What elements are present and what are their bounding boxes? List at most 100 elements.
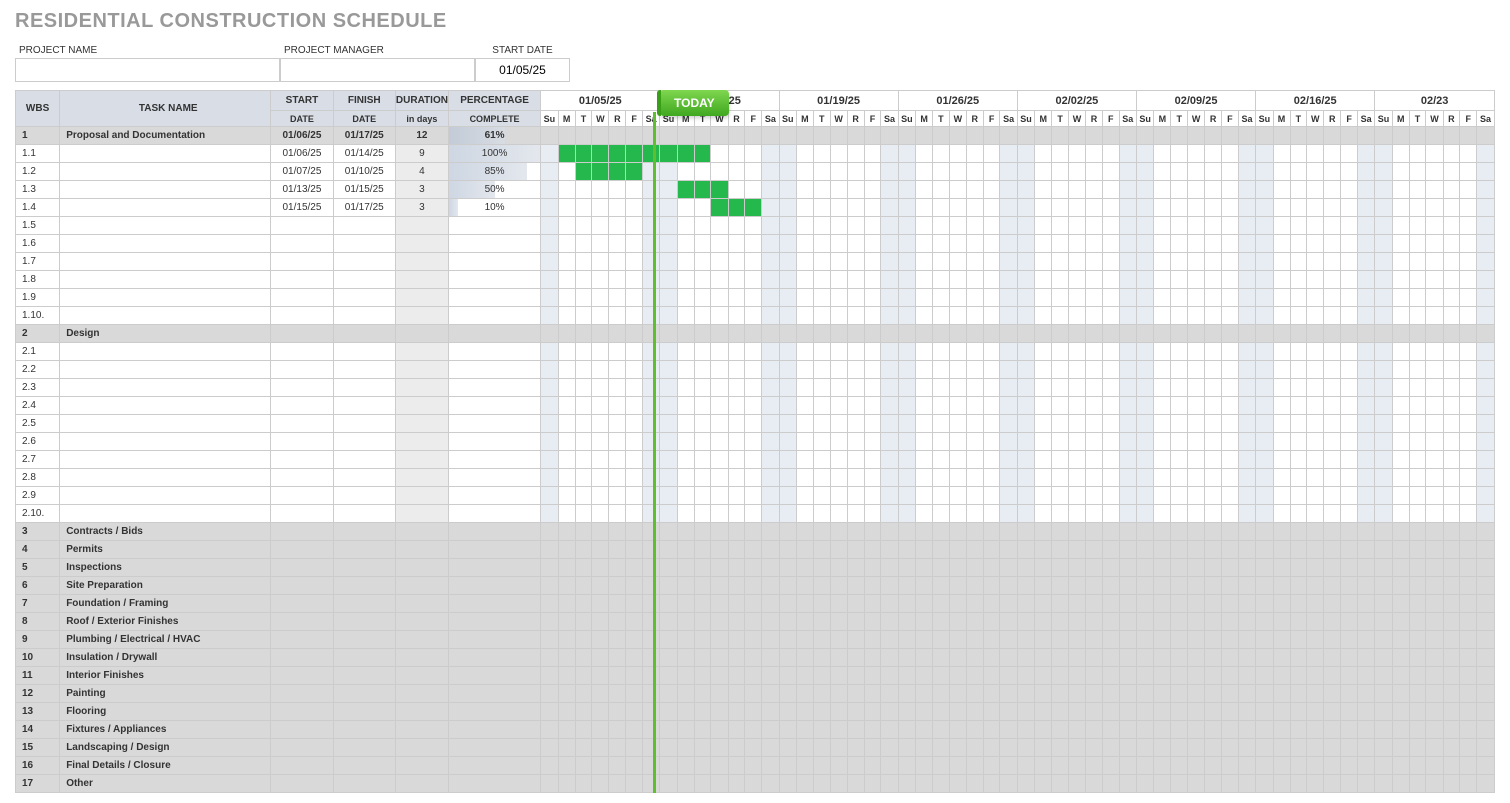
gantt-cell[interactable] <box>1154 721 1171 739</box>
gantt-cell[interactable] <box>864 271 881 289</box>
gantt-cell[interactable] <box>694 379 711 397</box>
cell-finish[interactable]: 01/17/25 <box>333 127 395 145</box>
gantt-cell[interactable] <box>1119 721 1136 739</box>
gantt-cell[interactable] <box>1460 775 1477 793</box>
gantt-cell[interactable] <box>1375 253 1392 271</box>
gantt-cell[interactable] <box>1375 685 1392 703</box>
gantt-cell[interactable] <box>1375 361 1392 379</box>
cell-finish[interactable] <box>333 325 395 343</box>
gantt-cell[interactable] <box>864 595 881 613</box>
gantt-cell[interactable] <box>898 253 915 271</box>
gantt-cell[interactable] <box>1341 271 1358 289</box>
gantt-cell[interactable] <box>626 703 643 721</box>
task-row[interactable]: 2.3 <box>16 379 1495 397</box>
gantt-cell[interactable] <box>762 523 779 541</box>
gantt-cell[interactable] <box>762 541 779 559</box>
gantt-cell[interactable] <box>1136 559 1153 577</box>
gantt-cell[interactable] <box>796 613 813 631</box>
gantt-cell[interactable] <box>1443 199 1460 217</box>
gantt-cell[interactable] <box>1357 181 1374 199</box>
gantt-cell[interactable] <box>1477 523 1495 541</box>
gantt-cell[interactable] <box>1000 145 1017 163</box>
gantt-cell[interactable] <box>609 271 626 289</box>
cell-start[interactable] <box>271 379 333 397</box>
gantt-cell[interactable] <box>881 505 898 523</box>
cell-wbs[interactable]: 5 <box>16 559 60 577</box>
gantt-cell[interactable] <box>1017 433 1034 451</box>
gantt-cell[interactable] <box>1443 433 1460 451</box>
gantt-cell[interactable] <box>813 757 830 775</box>
gantt-cell[interactable] <box>864 379 881 397</box>
gantt-cell[interactable] <box>916 631 933 649</box>
gantt-cell[interactable] <box>1102 433 1119 451</box>
gantt-cell[interactable] <box>1136 775 1153 793</box>
gantt-cell[interactable] <box>1205 523 1222 541</box>
gantt-cell[interactable] <box>933 703 950 721</box>
gantt-cell[interactable] <box>881 127 898 145</box>
gantt-cell[interactable] <box>711 451 728 469</box>
gantt-cell[interactable] <box>609 577 626 595</box>
gantt-cell[interactable] <box>762 775 779 793</box>
gantt-cell[interactable] <box>830 505 847 523</box>
gantt-cell[interactable] <box>1238 361 1255 379</box>
gantt-cell[interactable] <box>1119 595 1136 613</box>
gantt-cell[interactable] <box>1102 451 1119 469</box>
gantt-cell[interactable] <box>1256 757 1273 775</box>
gantt-cell[interactable] <box>1238 271 1255 289</box>
gantt-cell[interactable] <box>762 757 779 775</box>
gantt-cell[interactable] <box>1000 397 1017 415</box>
gantt-cell[interactable] <box>1205 649 1222 667</box>
gantt-cell[interactable] <box>1188 145 1205 163</box>
cell-task[interactable] <box>60 361 271 379</box>
gantt-cell[interactable] <box>660 451 677 469</box>
gantt-cell[interactable] <box>1205 703 1222 721</box>
gantt-cell[interactable] <box>1477 541 1495 559</box>
gantt-cell[interactable] <box>558 649 575 667</box>
gantt-cell[interactable] <box>626 523 643 541</box>
gantt-cell[interactable] <box>1392 145 1409 163</box>
gantt-cell[interactable] <box>660 559 677 577</box>
gantt-cell[interactable] <box>1086 361 1103 379</box>
gantt-cell[interactable] <box>541 703 558 721</box>
cell-pct[interactable] <box>448 505 540 523</box>
task-row[interactable]: 1.5 <box>16 217 1495 235</box>
gantt-cell[interactable] <box>1188 631 1205 649</box>
gantt-cell[interactable] <box>1477 703 1495 721</box>
cell-start[interactable] <box>271 487 333 505</box>
section-row[interactable]: 5Inspections <box>16 559 1495 577</box>
gantt-cell[interactable] <box>796 271 813 289</box>
gantt-cell[interactable] <box>1171 163 1188 181</box>
gantt-cell[interactable] <box>796 361 813 379</box>
gantt-cell[interactable] <box>813 271 830 289</box>
gantt-cell[interactable] <box>694 577 711 595</box>
gantt-cell[interactable] <box>1136 361 1153 379</box>
gantt-cell[interactable] <box>1052 595 1069 613</box>
gantt-cell[interactable] <box>847 397 864 415</box>
gantt-cell[interactable] <box>1068 523 1085 541</box>
gantt-cell[interactable] <box>728 649 745 667</box>
gantt-cell[interactable] <box>813 199 830 217</box>
gantt-cell[interactable] <box>1205 595 1222 613</box>
gantt-cell[interactable] <box>1392 631 1409 649</box>
section-row[interactable]: 8Roof / Exterior Finishes <box>16 613 1495 631</box>
gantt-cell[interactable] <box>779 397 796 415</box>
gantt-cell[interactable] <box>1375 235 1392 253</box>
gantt-cell[interactable] <box>592 415 609 433</box>
gantt-cell[interactable] <box>1222 127 1239 145</box>
gantt-cell[interactable] <box>745 649 762 667</box>
gantt-cell[interactable] <box>1341 217 1358 235</box>
gantt-cell[interactable] <box>1324 217 1341 235</box>
gantt-cell[interactable] <box>1000 199 1017 217</box>
gantt-cell[interactable] <box>1307 199 1324 217</box>
gantt-cell[interactable] <box>592 595 609 613</box>
gantt-cell[interactable] <box>916 361 933 379</box>
gantt-cell[interactable] <box>1256 595 1273 613</box>
gantt-cell[interactable] <box>1341 415 1358 433</box>
gantt-cell[interactable] <box>1136 577 1153 595</box>
gantt-cell[interactable] <box>847 253 864 271</box>
gantt-cell[interactable] <box>864 253 881 271</box>
gantt-cell[interactable] <box>1017 523 1034 541</box>
cell-duration[interactable]: 3 <box>395 199 448 217</box>
gantt-cell[interactable] <box>1341 757 1358 775</box>
gantt-cell[interactable] <box>1307 145 1324 163</box>
